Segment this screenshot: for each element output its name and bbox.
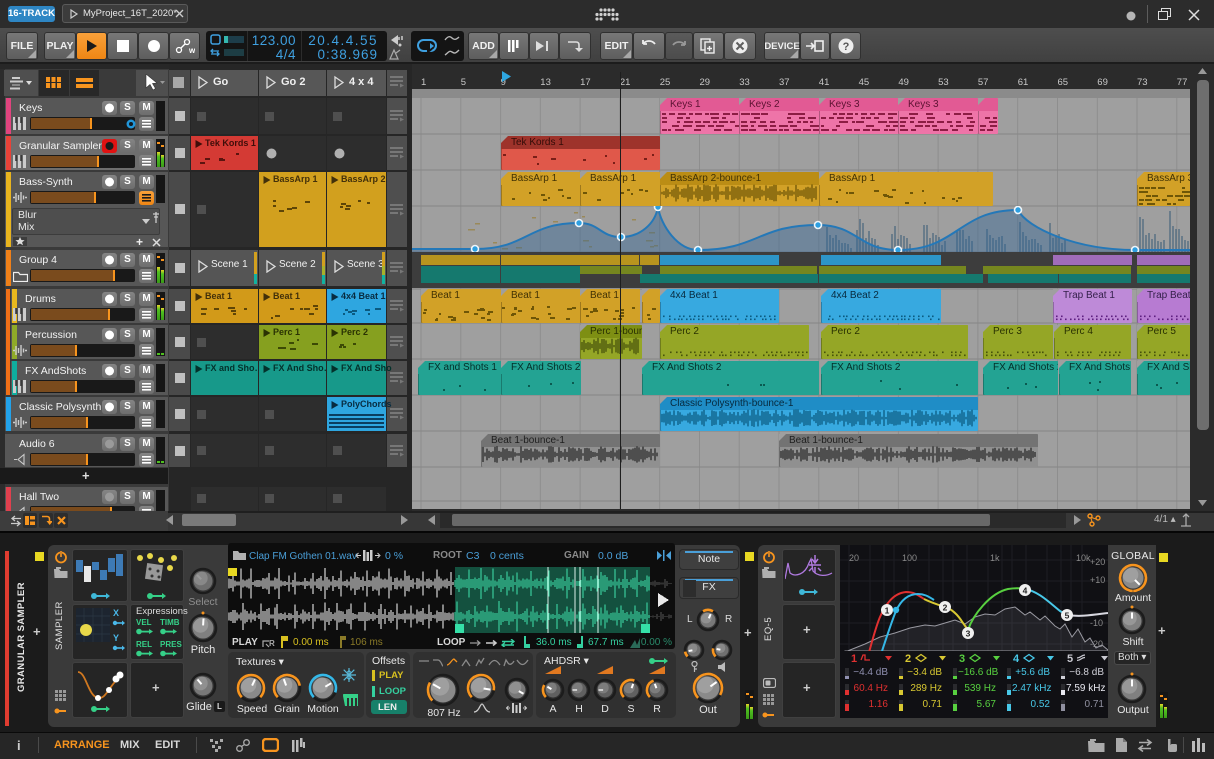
svg-text:R: R <box>269 639 275 648</box>
svg-text:+20: +20 <box>1090 557 1105 567</box>
svg-text:77: 77 <box>1177 77 1188 88</box>
svg-text:45: 45 <box>859 77 870 88</box>
svg-text:5: 5 <box>461 77 466 88</box>
svg-text:3: 3 <box>959 653 965 665</box>
svg-text:57: 57 <box>978 77 989 88</box>
svg-text:61: 61 <box>1018 77 1029 88</box>
svg-text:21: 21 <box>620 77 631 88</box>
svg-text:65: 65 <box>1058 77 1069 88</box>
svg-text:13: 13 <box>540 77 551 88</box>
svg-text:73: 73 <box>1137 77 1148 88</box>
svg-text:4: 4 <box>1023 586 1028 596</box>
svg-text:1k: 1k <box>990 553 1000 563</box>
svg-text:33: 33 <box>739 77 750 88</box>
svg-text:1: 1 <box>851 653 857 665</box>
svg-text:3: 3 <box>966 629 971 639</box>
svg-text:25: 25 <box>660 77 671 88</box>
svg-text:100: 100 <box>902 553 917 563</box>
svg-text:41: 41 <box>819 77 830 88</box>
svg-text:2: 2 <box>943 603 948 613</box>
svg-text:2: 2 <box>905 653 911 665</box>
svg-text:17: 17 <box>580 77 591 88</box>
svg-text:-10: -10 <box>1090 618 1103 628</box>
svg-text:+10: +10 <box>1090 575 1105 585</box>
svg-text:49: 49 <box>898 77 909 88</box>
svg-text:5: 5 <box>1065 611 1070 621</box>
svg-text:37: 37 <box>779 77 790 88</box>
svg-text:10k: 10k <box>1076 553 1091 563</box>
svg-text:20: 20 <box>849 553 859 563</box>
svg-text:69: 69 <box>1097 77 1108 88</box>
svg-text:29: 29 <box>700 77 711 88</box>
svg-text:53: 53 <box>938 77 949 88</box>
svg-text:1: 1 <box>885 606 890 616</box>
svg-text:1: 1 <box>421 77 426 88</box>
svg-text:?: ? <box>842 41 849 53</box>
svg-text:4: 4 <box>1013 653 1020 665</box>
svg-text:5: 5 <box>1067 653 1073 665</box>
svg-text:w: w <box>188 46 195 54</box>
